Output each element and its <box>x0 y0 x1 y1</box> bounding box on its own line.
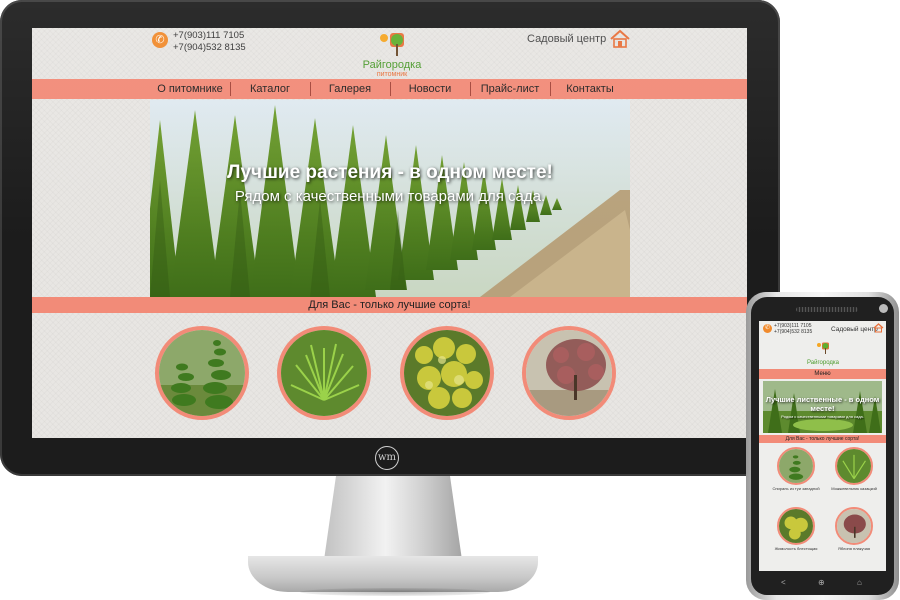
recent-apps-button-icon[interactable]: ⌂ <box>857 578 862 588</box>
monitor-stand-base <box>248 556 538 592</box>
mobile-product-weeping-apple[interactable] <box>835 507 873 545</box>
weeping-apple-image <box>837 509 871 543</box>
juniper-image <box>281 330 367 416</box>
hero-title: Лучшие растения - в одном месте! <box>227 162 553 183</box>
phone-icon: ✆ <box>763 324 772 333</box>
nav-about[interactable]: О питомнике <box>150 79 230 99</box>
product-circle-weeping-apple[interactable] <box>522 326 616 420</box>
golden-shrub-image <box>779 509 813 543</box>
mobile-hero-subtitle: Рядом с качественными товарами для сада. <box>781 414 864 419</box>
tree-logo-icon <box>817 342 829 354</box>
smartphone: ✆ +7(903)111 7105 +7(904)532 8135 Садовы… <box>746 292 899 600</box>
garden-center-link[interactable]: Садовый центр <box>527 33 606 45</box>
garden-center-link[interactable]: Садовый центр <box>831 326 878 333</box>
hero-subtitle: Рядом с качественными товарами для сада. <box>234 188 546 205</box>
desktop-website: ✆ +7(903)111 7105 +7(904)532 8135 Райгор… <box>32 28 747 438</box>
phone-number-2[interactable]: +7(904)532 8135 <box>774 329 812 335</box>
phone-number-1[interactable]: +7(903)111 7105 <box>173 30 246 42</box>
phone-icon: ✆ <box>152 32 168 48</box>
phone-numbers: +7(903)111 7105 +7(904)532 8135 <box>173 30 246 54</box>
mobile-product-juniper[interactable] <box>835 447 873 485</box>
product-circle-spiral-thuja[interactable] <box>155 326 249 420</box>
mobile-hero-banner: Лучшие лиственные - в одном месте! Рядом… <box>763 381 882 433</box>
front-camera-icon <box>879 304 888 313</box>
nav-news[interactable]: Новости <box>390 79 470 99</box>
speaker-grill <box>796 307 858 312</box>
mobile-product-caption: Жимолость блестящая <box>774 546 818 551</box>
site-logo[interactable]: Райгородка питомник <box>362 30 422 79</box>
main-navigation: О питомнике Каталог Галерея Новости Прай… <box>32 79 747 99</box>
product-circle-juniper[interactable] <box>277 326 371 420</box>
brand-monogram-icon: wm <box>375 446 399 470</box>
hero-banner: Лучшие растения - в одном месте! Рядом с… <box>150 100 630 297</box>
mobile-hero-title: Лучшие лиственные - в одном месте! <box>765 395 880 413</box>
weeping-apple-image <box>526 330 612 416</box>
juniper-image <box>837 449 871 483</box>
tagline-band: Для Вас - только лучшие сорта! <box>32 297 747 313</box>
monitor-stand <box>324 476 462 560</box>
mobile-menu-button[interactable]: Меню <box>759 369 886 379</box>
nav-gallery[interactable]: Галерея <box>310 79 390 99</box>
stand-shadow <box>300 588 490 596</box>
site-logo[interactable]: Райгородка питомник <box>803 341 843 372</box>
mobile-product-caption: Спираль из туи западной <box>772 486 820 491</box>
mobile-product-spiral-thuja[interactable] <box>777 447 815 485</box>
tree-logo-icon <box>380 33 404 56</box>
spiral-thuja-image <box>159 330 245 416</box>
house-icon[interactable] <box>873 323 884 333</box>
nav-price-list[interactable]: Прайс-лист <box>470 79 550 99</box>
product-circle-golden-shrub[interactable] <box>400 326 494 420</box>
mobile-website: ✆ +7(903)111 7105 +7(904)532 8135 Садовы… <box>759 321 886 571</box>
golden-shrub-image <box>404 330 490 416</box>
mobile-phone-numbers: +7(903)111 7105 +7(904)532 8135 <box>774 323 812 335</box>
home-button-icon[interactable]: ⊕ <box>818 578 825 588</box>
spiral-thuja-image <box>779 449 813 483</box>
nav-contacts[interactable]: Контакты <box>550 79 630 99</box>
logo-name: Райгородка <box>362 59 422 71</box>
mobile-product-caption: Можжевельник казацкий <box>831 486 877 491</box>
back-button-icon[interactable]: < <box>781 578 786 588</box>
house-icon[interactable] <box>609 29 631 49</box>
logo-subtitle: питомник <box>376 71 408 78</box>
mobile-tagline-band: Для Вас - только лучшие сорта! <box>759 435 886 443</box>
desktop-monitor: ✆ +7(903)111 7105 +7(904)532 8135 Райгор… <box>0 0 780 476</box>
mobile-product-golden-shrub[interactable] <box>777 507 815 545</box>
nav-catalog[interactable]: Каталог <box>230 79 310 99</box>
logo-name: Райгородка <box>806 360 840 366</box>
phone-number-2[interactable]: +7(904)532 8135 <box>173 42 246 54</box>
smartphone-front: ✆ +7(903)111 7105 +7(904)532 8135 Садовы… <box>751 297 894 595</box>
mobile-product-caption: Яблоня плакучая <box>837 546 871 551</box>
